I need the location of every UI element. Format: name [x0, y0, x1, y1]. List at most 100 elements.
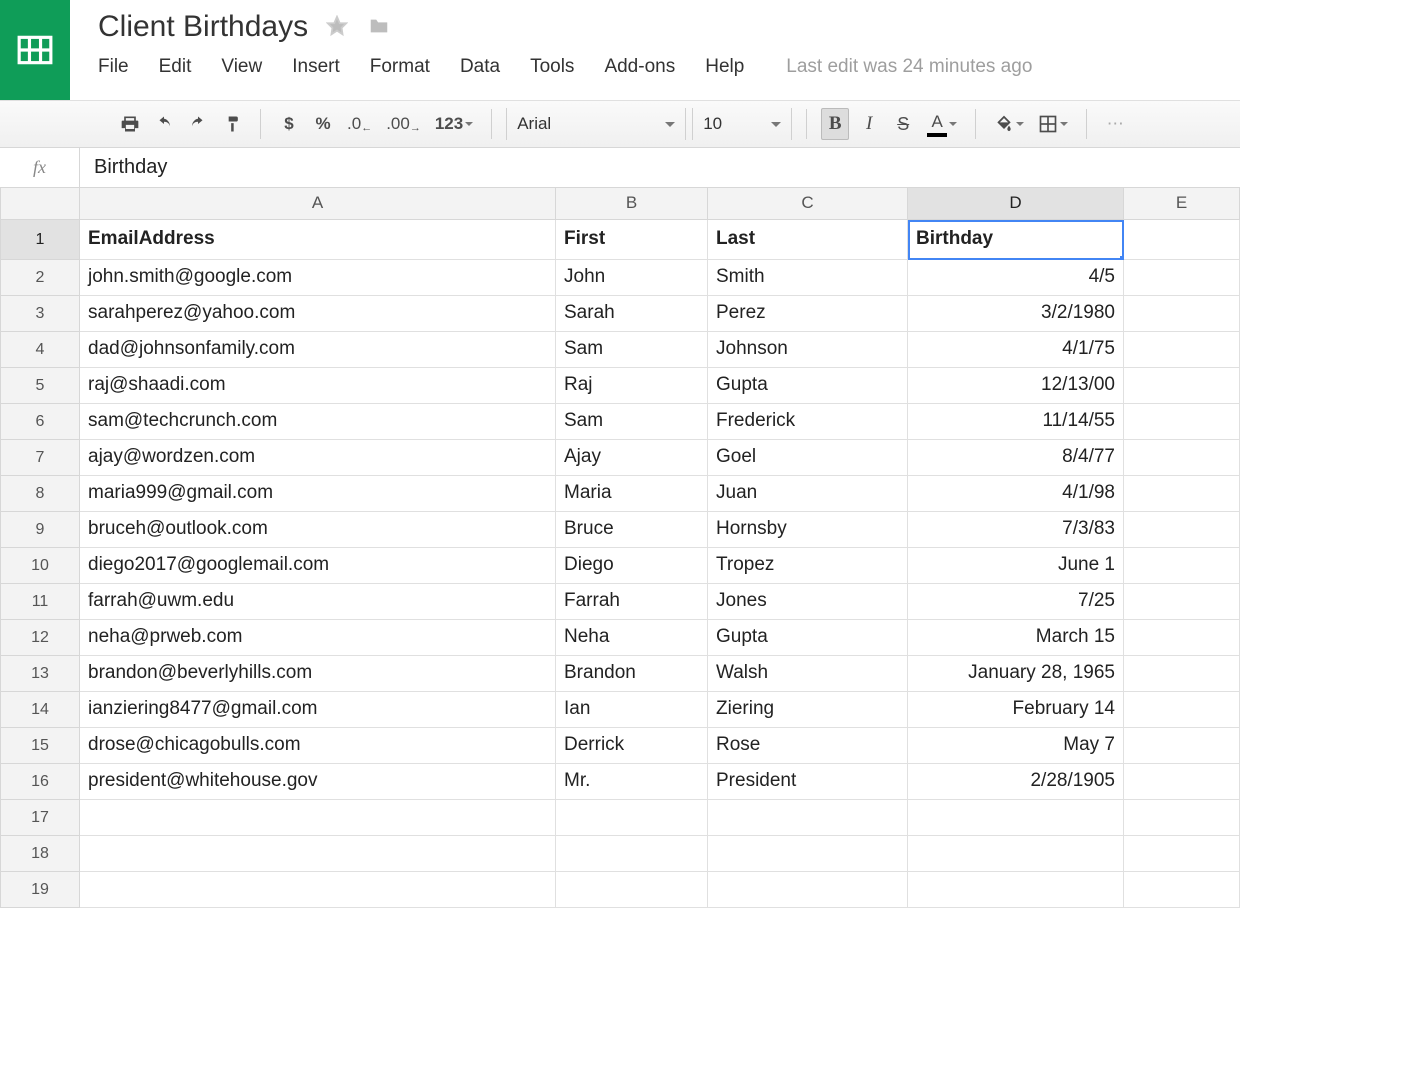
cell[interactable]: First [556, 220, 708, 260]
paint-format-icon[interactable] [218, 108, 246, 140]
star-icon[interactable] [326, 15, 348, 40]
row-header[interactable]: 19 [0, 872, 80, 908]
cell[interactable]: 7/3/83 [908, 512, 1124, 548]
cell[interactable]: 8/4/77 [908, 440, 1124, 476]
cell[interactable]: March 15 [908, 620, 1124, 656]
cell[interactable] [1124, 368, 1240, 404]
cell[interactable]: Rose [708, 728, 908, 764]
borders-button[interactable] [1034, 108, 1072, 140]
cell[interactable] [80, 836, 556, 872]
cell[interactable] [80, 800, 556, 836]
document-title[interactable]: Client Birthdays [98, 10, 308, 44]
cell[interactable] [1124, 296, 1240, 332]
cell[interactable] [1124, 332, 1240, 368]
font-family-select[interactable]: Arial [506, 108, 686, 140]
cell[interactable]: drose@chicagobulls.com [80, 728, 556, 764]
cell[interactable]: Sam [556, 332, 708, 368]
cell[interactable]: Smith [708, 260, 908, 296]
cell[interactable] [708, 872, 908, 908]
cell[interactable] [80, 872, 556, 908]
row-header[interactable]: 11 [0, 584, 80, 620]
font-size-select[interactable]: 10 [692, 108, 792, 140]
cell[interactable]: maria999@gmail.com [80, 476, 556, 512]
cell[interactable]: Maria [556, 476, 708, 512]
cell[interactable]: Neha [556, 620, 708, 656]
spreadsheet-grid[interactable]: A B C D E 1 EmailAddress First Last Birt… [0, 188, 1240, 908]
cell[interactable]: brandon@beverlyhills.com [80, 656, 556, 692]
cell[interactable]: dad@johnsonfamily.com [80, 332, 556, 368]
menu-data[interactable]: Data [460, 56, 500, 78]
cell[interactable]: Derrick [556, 728, 708, 764]
cell[interactable] [1124, 440, 1240, 476]
row-header[interactable]: 3 [0, 296, 80, 332]
cell[interactable]: 11/14/55 [908, 404, 1124, 440]
redo-icon[interactable] [184, 108, 212, 140]
select-all-corner[interactable] [0, 188, 80, 220]
cell[interactable]: sarahperez@yahoo.com [80, 296, 556, 332]
row-header[interactable]: 9 [0, 512, 80, 548]
cell[interactable] [1124, 656, 1240, 692]
print-icon[interactable] [116, 108, 144, 140]
cell[interactable]: Johnson [708, 332, 908, 368]
cell[interactable]: Sam [556, 404, 708, 440]
cell[interactable]: diego2017@googlemail.com [80, 548, 556, 584]
selected-cell[interactable]: Birthday [908, 220, 1124, 260]
cell[interactable]: 4/1/98 [908, 476, 1124, 512]
cell[interactable] [1124, 764, 1240, 800]
menu-help[interactable]: Help [705, 56, 744, 78]
cell[interactable]: Gupta [708, 620, 908, 656]
cell[interactable]: 7/25 [908, 584, 1124, 620]
cell[interactable] [1124, 220, 1240, 260]
cell[interactable]: John [556, 260, 708, 296]
decrease-decimal-button[interactable]: .0← [343, 108, 376, 140]
cell[interactable]: January 28, 1965 [908, 656, 1124, 692]
cell[interactable]: Perez [708, 296, 908, 332]
menu-insert[interactable]: Insert [292, 56, 340, 78]
row-header[interactable]: 7 [0, 440, 80, 476]
text-color-button[interactable]: A [923, 108, 961, 140]
cell[interactable]: ianziering8477@gmail.com [80, 692, 556, 728]
cell[interactable]: President [708, 764, 908, 800]
cell[interactable]: June 1 [908, 548, 1124, 584]
row-header[interactable]: 13 [0, 656, 80, 692]
cell[interactable]: ajay@wordzen.com [80, 440, 556, 476]
row-header[interactable]: 2 [0, 260, 80, 296]
cell[interactable]: john.smith@google.com [80, 260, 556, 296]
italic-button[interactable]: I [855, 108, 883, 140]
strikethrough-button[interactable]: S [889, 108, 917, 140]
row-header[interactable]: 1 [0, 220, 80, 260]
number-format-button[interactable]: 123 [431, 108, 477, 140]
row-header[interactable]: 17 [0, 800, 80, 836]
cell[interactable]: Tropez [708, 548, 908, 584]
cell[interactable]: Juan [708, 476, 908, 512]
row-header[interactable]: 16 [0, 764, 80, 800]
row-header[interactable]: 5 [0, 368, 80, 404]
col-header-b[interactable]: B [556, 188, 708, 220]
undo-icon[interactable] [150, 108, 178, 140]
cell[interactable]: Frederick [708, 404, 908, 440]
cell[interactable]: Mr. [556, 764, 708, 800]
cell[interactable]: Farrah [556, 584, 708, 620]
folder-icon[interactable] [366, 15, 392, 40]
cell[interactable]: Sarah [556, 296, 708, 332]
cell[interactable]: farrah@uwm.edu [80, 584, 556, 620]
cell[interactable] [908, 836, 1124, 872]
cell[interactable] [556, 836, 708, 872]
cell[interactable]: 3/2/1980 [908, 296, 1124, 332]
cell[interactable] [1124, 728, 1240, 764]
cell[interactable]: Hornsby [708, 512, 908, 548]
cell[interactable] [708, 800, 908, 836]
cell[interactable]: bruceh@outlook.com [80, 512, 556, 548]
menu-tools[interactable]: Tools [530, 56, 574, 78]
cell[interactable] [1124, 512, 1240, 548]
cell[interactable] [708, 836, 908, 872]
cell[interactable]: Ziering [708, 692, 908, 728]
cell[interactable] [1124, 260, 1240, 296]
last-edit-text[interactable]: Last edit was 24 minutes ago [786, 56, 1032, 78]
bold-button[interactable]: B [821, 108, 849, 140]
increase-decimal-button[interactable]: .00→ [382, 108, 425, 140]
currency-button[interactable]: $ [275, 108, 303, 140]
menu-format[interactable]: Format [370, 56, 430, 78]
cell[interactable]: 2/28/1905 [908, 764, 1124, 800]
cell[interactable]: Gupta [708, 368, 908, 404]
